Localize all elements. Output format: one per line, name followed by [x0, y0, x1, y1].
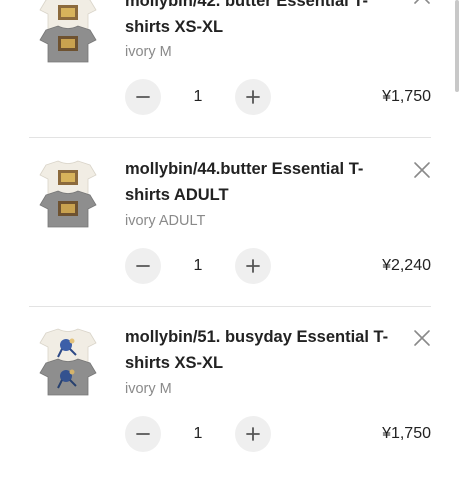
- remove-item-button[interactable]: [412, 0, 432, 6]
- minus-icon: [136, 433, 150, 435]
- quantity-decrement-button[interactable]: [125, 79, 161, 115]
- close-icon: [414, 162, 430, 178]
- quantity-value: 1: [193, 425, 203, 442]
- item-price: ¥1,750: [382, 88, 431, 105]
- product-variant: ivory M: [125, 44, 172, 60]
- quantity-increment-button[interactable]: [235, 248, 271, 284]
- product-thumbnail[interactable]: [36, 0, 100, 64]
- tshirt-busyday-icon: [39, 328, 97, 396]
- close-icon: [414, 0, 430, 4]
- tshirt-butter-icon: [39, 160, 97, 228]
- quantity-decrement-button[interactable]: [125, 416, 161, 452]
- cart-item: mollybin/42. butter Essential T-shirts X…: [0, 0, 460, 152]
- plus-icon: [246, 259, 260, 273]
- tshirt-butter-icon: [39, 0, 97, 63]
- remove-item-button[interactable]: [412, 328, 432, 348]
- quantity-increment-button[interactable]: [235, 416, 271, 452]
- item-divider: [29, 137, 431, 138]
- item-price: ¥1,750: [382, 425, 431, 442]
- remove-item-button[interactable]: [412, 160, 432, 180]
- quantity-decrement-button[interactable]: [125, 248, 161, 284]
- cart-item: mollybin/44.butter Essential T-shirts AD…: [0, 153, 460, 321]
- product-variant: ivory ADULT: [125, 213, 206, 229]
- scrollbar[interactable]: [455, 0, 459, 92]
- item-price: ¥2,240: [382, 257, 431, 274]
- plus-icon: [246, 90, 260, 104]
- quantity-value: 1: [193, 88, 203, 105]
- close-icon: [414, 330, 430, 346]
- minus-icon: [136, 265, 150, 267]
- product-variant: ivory M: [125, 381, 172, 397]
- product-thumbnail[interactable]: [36, 159, 100, 229]
- product-title[interactable]: mollybin/44.butter Essential T-shirts AD…: [125, 156, 393, 208]
- plus-icon: [246, 427, 260, 441]
- product-title[interactable]: mollybin/51. busyday Essential T-shirts …: [125, 324, 393, 376]
- cart-item: mollybin/51. busyday Essential T-shirts …: [0, 321, 460, 489]
- quantity-increment-button[interactable]: [235, 79, 271, 115]
- minus-icon: [136, 96, 150, 98]
- product-title[interactable]: mollybin/42. butter Essential T-shirts X…: [125, 0, 393, 40]
- item-divider: [29, 306, 431, 307]
- product-thumbnail[interactable]: [36, 327, 100, 397]
- quantity-value: 1: [193, 257, 203, 274]
